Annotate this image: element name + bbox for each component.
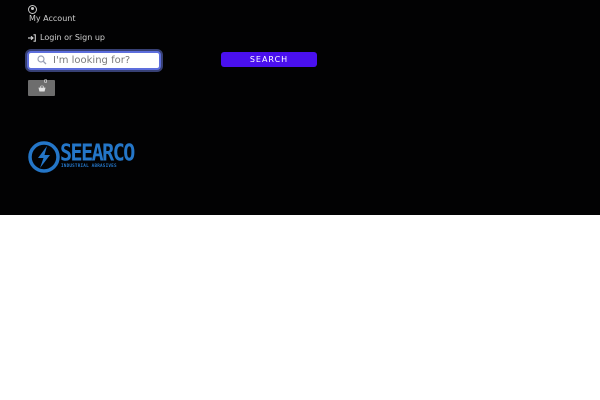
search-icon — [37, 55, 47, 65]
cart-count-badge: 0 — [44, 79, 48, 85]
page-content — [0, 215, 600, 400]
logo-tagline: INDUSTRIAL ABRASIVES — [61, 164, 117, 169]
logo-mark-icon — [28, 141, 60, 173]
site-header: My Account Login or Sign up SEARCH 0 SEE… — [0, 0, 600, 215]
cart-button[interactable] — [28, 80, 55, 96]
sign-in-icon[interactable] — [28, 34, 36, 42]
search-input[interactable] — [53, 53, 157, 68]
my-account-link[interactable]: My Account — [29, 14, 75, 23]
search-box[interactable] — [27, 51, 161, 70]
seearco-logo[interactable]: SEEARCO INDUSTRIAL ABRASIVES — [28, 140, 138, 174]
logo-wordmark: SEEARCO — [60, 138, 135, 167]
user-circle-icon[interactable] — [28, 5, 37, 14]
basket-icon — [38, 85, 46, 92]
login-signup-link[interactable]: Login or Sign up — [40, 33, 105, 42]
search-button[interactable]: SEARCH — [221, 52, 317, 67]
